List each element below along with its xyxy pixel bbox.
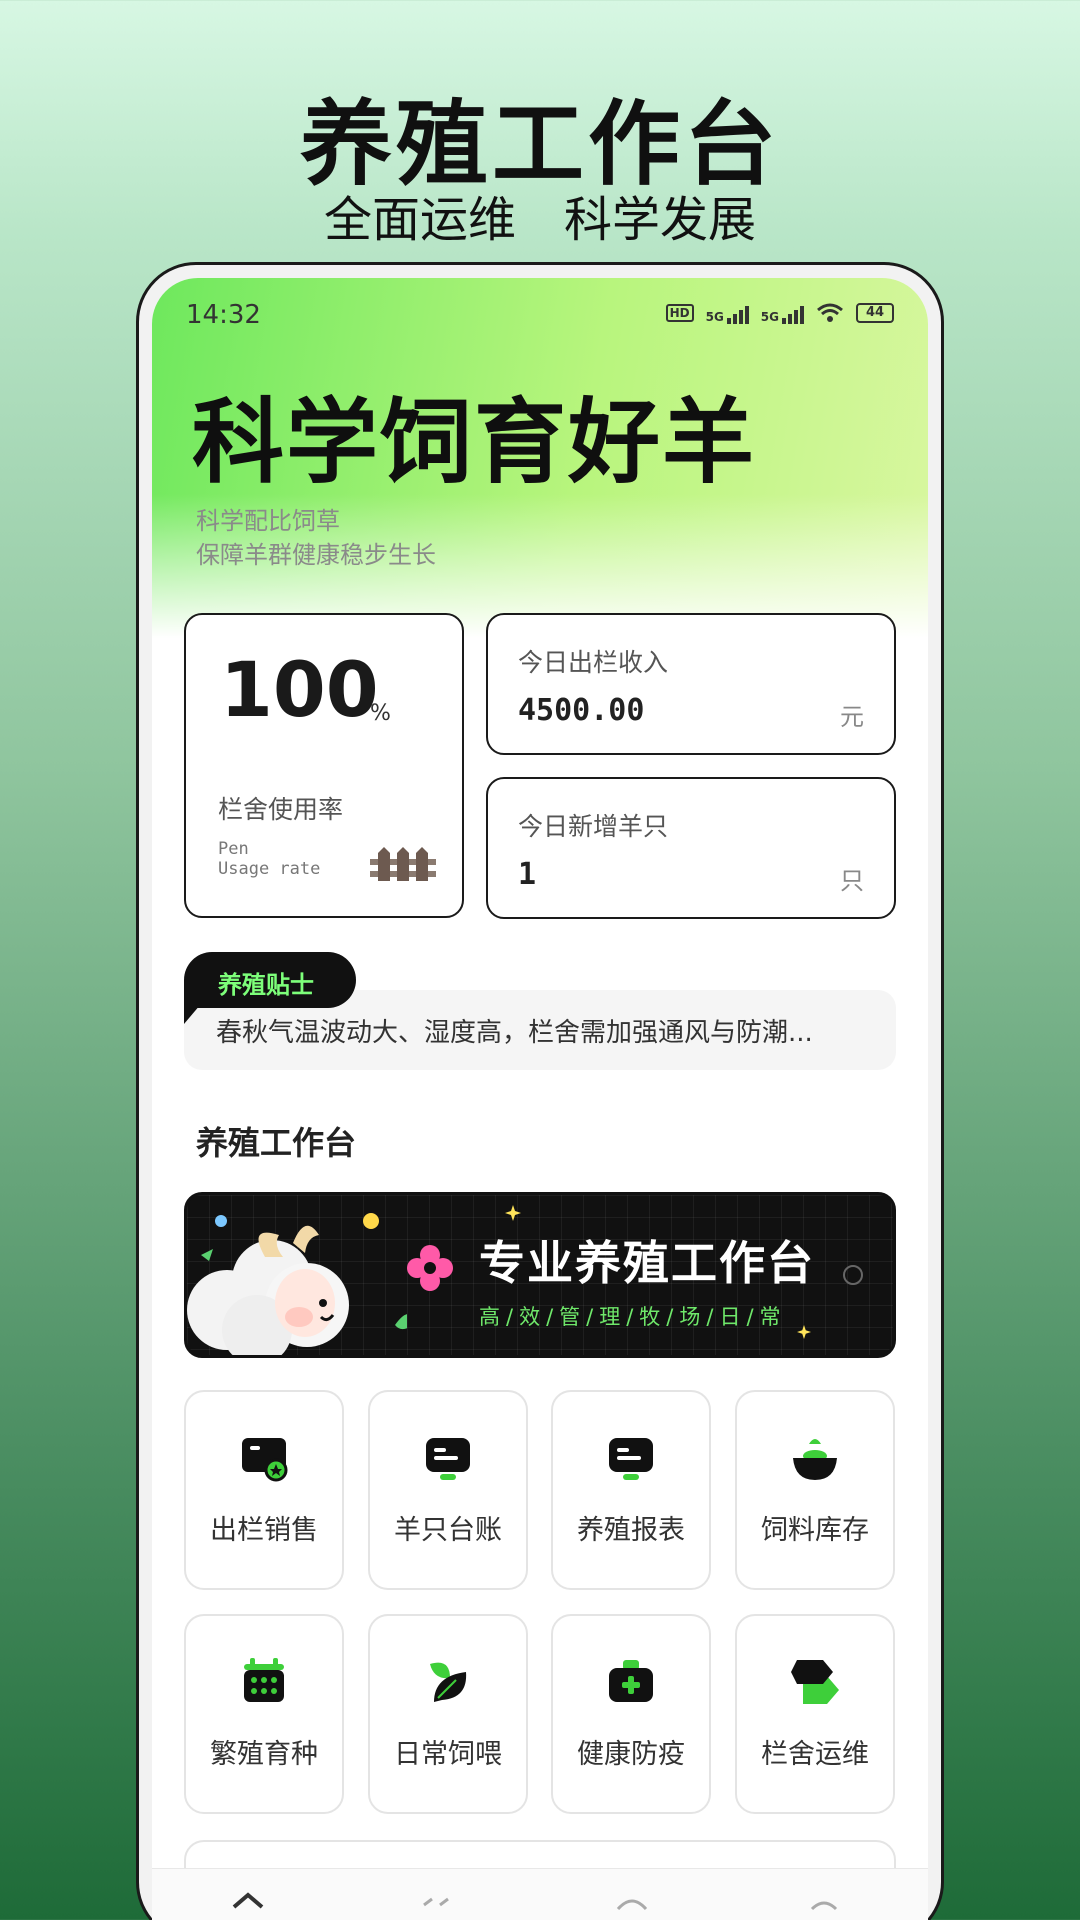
income-value: 4500.00	[518, 693, 645, 728]
status-icons: HD 5G 5G 44	[665, 302, 894, 324]
fence-icon	[370, 847, 436, 881]
flower-icon	[407, 1245, 453, 1291]
ledger-icon	[426, 1438, 470, 1480]
status-time: 14:32	[186, 300, 261, 330]
module-sheep-ledger[interactable]: 羊只台账	[368, 1390, 528, 1590]
module-label: 饲料库存	[761, 1515, 869, 1546]
new-sheep-value: 1	[518, 857, 537, 892]
bottom-tab-bar	[152, 1868, 928, 1920]
net-label-2: 5G	[760, 310, 779, 324]
sheep-illustration	[187, 1213, 407, 1355]
battery-icon: 44	[856, 303, 894, 323]
hero-desc-line2: 保障羊群健康稳步生长	[196, 541, 436, 569]
hero-description: 科学配比饲草 保障羊群健康稳步生长	[196, 504, 436, 572]
signal-5g-icon-2: 5G	[761, 302, 804, 324]
hero-title: 科学饲育好羊	[192, 389, 757, 496]
app-screen: 14:32 HD 5G 5G 44 科学饲育好羊 科学配比饲草 保障羊群健康稳步…	[152, 278, 928, 1920]
module-pen-maintenance[interactable]: 栏舍运维	[735, 1614, 895, 1814]
signal-5g-icon: 5G	[706, 302, 749, 324]
feed-bowl-icon	[793, 1439, 837, 1480]
usage-unit: %	[370, 701, 391, 726]
usage-value: 100	[220, 645, 379, 734]
tab-compass-icon[interactable]	[612, 1887, 652, 1920]
module-label: 羊只台账	[394, 1515, 502, 1546]
wifi-icon	[817, 303, 843, 322]
module-health[interactable]: 健康防疫	[551, 1614, 711, 1814]
calendar-icon	[244, 1658, 284, 1702]
sparkle-icon	[505, 1205, 521, 1221]
sparkle-icon-2	[797, 1325, 811, 1339]
module-daily-feeding[interactable]: 日常饲喂	[368, 1614, 528, 1814]
new-sheep-unit: 只	[840, 867, 864, 895]
today-new-sheep-card[interactable]: 今日新增羊只 1 只	[486, 777, 896, 919]
module-report[interactable]: 养殖报表	[551, 1390, 711, 1590]
banner-title: 专业养殖工作台	[479, 1236, 815, 1290]
status-bar: 14:32 HD 5G 5G 44	[152, 296, 928, 336]
net-label: 5G	[705, 310, 724, 324]
usage-english-label: Pen Usage rate	[218, 839, 321, 879]
tip-text: 春秋气温波动大、湿度高，栏舍需加强通风与防潮...	[216, 1018, 813, 1048]
module-label: 日常饲喂	[394, 1739, 502, 1770]
today-income-card[interactable]: 今日出栏收入 4500.00 元	[486, 613, 896, 755]
tab-home-icon[interactable]	[228, 1887, 268, 1920]
module-feed-inventory[interactable]: 饲料库存	[735, 1390, 895, 1590]
sales-icon	[242, 1438, 288, 1482]
module-label: 栏舍运维	[761, 1739, 869, 1770]
banner-subtitle: 高/效/管/理/牧/场/日/常	[479, 1305, 787, 1329]
new-sheep-label: 今日新增羊只	[518, 812, 669, 841]
module-label: 繁殖育种	[210, 1739, 318, 1770]
pen-usage-card[interactable]: 100 % 栏舍使用率 Pen Usage rate	[184, 613, 464, 918]
promo-subtitle: 全面运维 科学发展	[323, 192, 756, 248]
tip-badge: 养殖贴士	[184, 952, 356, 1008]
hero-desc-line1: 科学配比饲草	[196, 507, 340, 535]
usage-label: 栏舍使用率	[218, 795, 344, 824]
ring-icon	[843, 1265, 863, 1285]
module-label: 养殖报表	[577, 1515, 685, 1546]
income-unit: 元	[840, 703, 864, 731]
section-title: 养殖工作台	[196, 1124, 357, 1162]
tag-icon	[791, 1660, 839, 1704]
leaf-icon	[430, 1662, 467, 1702]
tab-profile-icon[interactable]	[804, 1887, 844, 1920]
tab-list-icon[interactable]	[416, 1887, 456, 1920]
tip-badge-label: 养殖贴士	[218, 971, 314, 999]
module-label: 出栏销售	[210, 1515, 318, 1546]
income-label: 今日出栏收入	[518, 648, 669, 677]
medical-kit-icon	[609, 1660, 653, 1702]
module-label: 健康防疫	[577, 1739, 685, 1770]
promo-banner[interactable]: 专业养殖工作台 高/效/管/理/牧/场/日/常	[184, 1192, 896, 1358]
report-icon	[609, 1438, 653, 1480]
hd-icon: HD	[665, 304, 694, 322]
module-breeding[interactable]: 繁殖育种	[184, 1614, 344, 1814]
module-sales[interactable]: 出栏销售	[184, 1390, 344, 1590]
